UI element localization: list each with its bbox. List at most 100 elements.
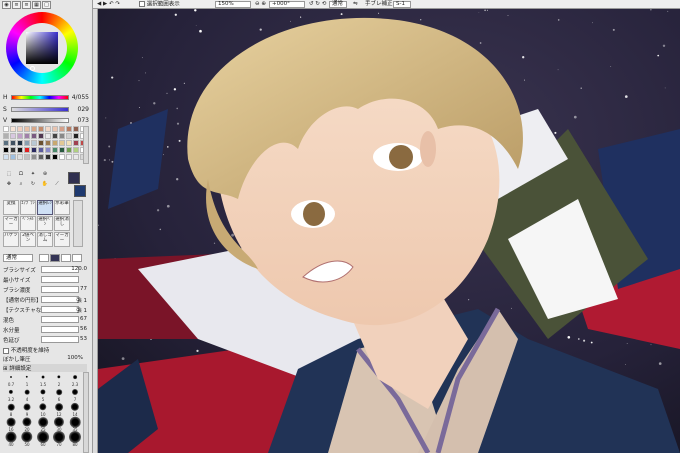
hue-track[interactable] [11,95,69,100]
color-wheel-tab-icon[interactable]: ◉ [2,1,11,9]
magic-wand-icon[interactable]: ✦ [27,170,39,179]
zoom-icon[interactable]: ⊕ [39,170,51,179]
color-swatch[interactable] [59,126,65,132]
shape-flat-icon[interactable] [50,254,60,262]
swatch-scrollbar[interactable] [83,126,89,164]
brush-prop-slider[interactable] [41,276,79,283]
tool-binary-pen[interactable]: 2値ペン [20,232,36,247]
color-swatch[interactable] [3,140,9,146]
brush-size-cell[interactable]: 1 [19,372,35,387]
color-swatch[interactable] [24,140,30,146]
color-swatch[interactable] [38,133,44,139]
color-swatch[interactable] [38,126,44,132]
tool-blur[interactable]: 選択ﾚﾝ [37,200,53,215]
color-swatch[interactable] [10,154,16,160]
color-swatch[interactable] [66,126,72,132]
color-swatch[interactable] [59,147,65,153]
hsv-sliders-tab-icon[interactable]: ≡ [22,1,31,9]
color-swatch[interactable] [3,126,9,132]
color-swatch[interactable] [66,147,72,153]
color-swatch[interactable] [38,154,44,160]
brush-prop-row[interactable]: 【通常の円形】 強 1 [3,296,89,304]
move-icon[interactable]: ✥ [3,180,15,189]
color-swatch[interactable] [10,126,16,132]
value-track[interactable] [11,118,69,123]
color-swatch[interactable] [66,154,72,160]
show-selection-checkbox[interactable] [139,1,145,7]
primary-color-box[interactable] [68,172,80,184]
tool-pencil[interactable]: ﾍﾟﾝﾁﾙ [20,216,36,231]
brush-size-cell[interactable]: 60 [35,431,51,447]
hue-slider[interactable]: H 4/055 [3,92,89,104]
color-swatch[interactable] [24,147,30,153]
color-swatch[interactable] [45,147,51,153]
color-swatch[interactable] [45,140,51,146]
color-swatch[interactable] [59,154,65,160]
color-swatch[interactable] [31,126,37,132]
brush-prop-row[interactable]: ブラシ濃度 77 [3,286,89,294]
brush-size-cell[interactable]: 10 [35,402,51,417]
brush-prop-row[interactable]: 水分量 56 [3,326,89,334]
color-swatch[interactable] [3,147,9,153]
lasso-icon[interactable]: ᗝ [15,170,27,179]
show-selection-toggle[interactable]: 選択範囲表示 [139,1,180,8]
color-swatch[interactable] [52,126,58,132]
color-swatch[interactable] [17,126,23,132]
brush-prop-row[interactable]: 混色 67 [3,316,89,324]
brush-size-cell[interactable]: 5 [35,387,51,402]
color-swatch[interactable] [73,133,79,139]
color-swatch[interactable] [52,147,58,153]
brush-size-cell[interactable]: 9 [19,402,35,417]
color-swatch[interactable] [10,147,16,153]
color-swatch[interactable] [10,140,16,146]
color-swatch[interactable] [3,154,9,160]
tool-select-eraser[interactable]: 選択消し [54,216,70,231]
color-swatch[interactable] [52,140,58,146]
color-swatch[interactable] [45,133,51,139]
brush-size-cell[interactable]: 30 [51,416,67,432]
tool-watercolor[interactable]: 水彩筆 [54,200,70,215]
zoom-buttons[interactable]: ⊖ ⊕ [255,1,266,8]
color-swatch[interactable] [24,126,30,132]
color-swatch[interactable] [73,147,79,153]
color-swatch[interactable] [31,147,37,153]
tool-transform[interactable]: 変換 [3,200,19,215]
color-swatch[interactable] [73,154,79,160]
saturation-track[interactable] [11,107,69,112]
saturation-value-square[interactable] [26,32,58,64]
brush-size-cell[interactable]: 35 [67,416,83,432]
brush-prop-row[interactable]: 最小サイズ [3,276,89,284]
color-swatch[interactable] [17,147,23,153]
scratchpad-tab-icon[interactable]: □ [42,1,51,9]
detail-settings-header[interactable]: ⊞ 詳細設定 [3,364,87,372]
brush-size-cell[interactable]: 80 [67,431,83,447]
color-swatch[interactable] [17,133,23,139]
color-swatch[interactable] [10,133,16,139]
brush-prop-row[interactable]: ブラシサイズ 120.0 [3,266,89,274]
hand-icon[interactable]: ✋ [39,180,51,189]
search-icon[interactable]: ⌕ [15,180,27,189]
tool-marker[interactable]: マーカー [3,216,19,231]
color-wheel[interactable] [6,12,78,84]
color-swatch[interactable] [66,140,72,146]
brush-prop-slider[interactable] [41,286,79,293]
color-swatch[interactable] [17,154,23,160]
color-swatch[interactable] [3,133,9,139]
blur-pressure-row[interactable]: ぼかし筆圧 100% [3,355,87,363]
brush-prop-slider[interactable] [41,336,79,343]
color-swatch[interactable] [73,140,79,146]
tool-eraser[interactable]: 消しゴム [37,232,53,247]
brush-size-cell[interactable]: 2 [51,372,67,387]
color-swatch[interactable] [45,154,51,160]
brush-prop-slider[interactable] [41,316,79,323]
color-swatch[interactable] [31,154,37,160]
color-picker-cursor[interactable] [30,66,35,71]
brush-size-cell[interactable]: 12 [51,402,67,417]
color-swatch[interactable] [24,133,30,139]
color-swatch[interactable] [73,126,79,132]
shape-round-icon[interactable] [39,254,49,262]
brush-size-cell[interactable]: 50 [19,431,35,447]
brush-size-cell[interactable]: 2.3 [67,372,83,387]
tool-airbrush[interactable]: ｴｱﾌﾞﾗｼ [20,200,36,215]
brush-size-cell[interactable]: 25 [35,417,51,432]
